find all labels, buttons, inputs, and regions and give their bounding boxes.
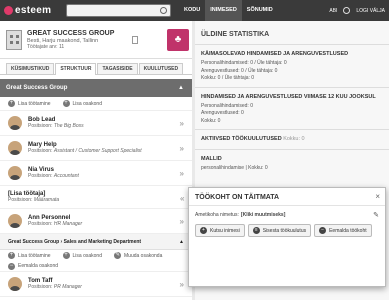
group-actions: + Lisa töötamine + Lisa osakond	[0, 97, 192, 111]
nav-home[interactable]: KODU	[179, 0, 205, 21]
subgroup-path: Great Success Group › Sales and Marketin…	[8, 238, 142, 245]
tab-bar: KÜSIMUSTIKUD STRUKTUUR TAGASISIDE KUULUT…	[0, 63, 192, 75]
org-chart-button[interactable]: ♣	[167, 28, 189, 51]
org-employee-count: Töötajate arv: 11	[27, 43, 65, 50]
close-icon[interactable]: ×	[375, 192, 380, 201]
avatar	[8, 166, 22, 180]
org-info: GREAT SUCCESS GROUP Besti, Harju maakond…	[27, 30, 114, 50]
main-nav: KODU INIMESED SÕNUMID	[179, 0, 278, 21]
add-worker-button[interactable]: + Lisa töötamine	[8, 252, 51, 259]
edit-icon: ✎	[114, 252, 121, 259]
tab-announcements[interactable]: KUULUTUSED	[138, 63, 184, 74]
plus-icon: +	[62, 252, 70, 259]
org-name: GREAT SUCCESS GROUP	[27, 29, 115, 37]
minus-icon: −	[8, 262, 15, 270]
tab-questionnaires[interactable]: KÜSIMUSTIKUD	[6, 63, 55, 74]
popup-buttons: + Kutsu inimesi ≡ Sisesta töökuulutus − Eem…	[189, 224, 385, 241]
avatar	[8, 214, 22, 228]
document-icon: ≡	[252, 227, 260, 234]
plus-icon: +	[200, 227, 207, 234]
subgroup-actions-2: − Eemalda osakond	[0, 261, 192, 272]
collapse-icon[interactable]: ▲	[179, 239, 184, 245]
person-row[interactable]: Nia Virus Positsioon: Accountant »	[0, 161, 192, 186]
add-worker-button[interactable]: + Lisa töötamine	[8, 100, 51, 107]
vacant-position-popup: TÖÖKOHT ON TÄITMATA × Ametikoha nimetus:…	[188, 187, 386, 287]
document-icon[interactable]	[132, 35, 139, 44]
avatar	[8, 277, 22, 291]
person-position: The Big Boss	[53, 123, 84, 129]
stats-section-ongoing: KÄIMASOLEVAD HINDAMISED JA ARENGUVESTLUS…	[195, 45, 389, 88]
structure-panel: GREAT SUCCESS GROUP Besti, Harju maakond…	[0, 21, 192, 300]
tab-structure[interactable]: STRUKTUUR	[55, 63, 97, 75]
org-header: GREAT SUCCESS GROUP Besti, Harju maakond…	[0, 21, 192, 59]
chevron-right-icon[interactable]: »	[180, 280, 184, 289]
chevron-left-icon[interactable]: «	[180, 194, 184, 203]
search-input[interactable]	[66, 4, 171, 17]
esteem-logo[interactable]: esteem	[4, 5, 62, 16]
stats-section-templates: MALLID personalihindamise | Kokku: 0	[201, 156, 268, 171]
chevron-right-icon[interactable]: »	[180, 119, 184, 128]
settings-gear-icon[interactable]	[343, 7, 351, 14]
plus-icon: +	[8, 252, 15, 259]
enter-job-ad-button[interactable]: ≡ Sisesta töökuulutus	[247, 224, 312, 237]
pencil-icon[interactable]: ✎	[373, 211, 379, 219]
chevron-right-icon[interactable]: »	[180, 144, 184, 153]
tab-feedback[interactable]: TAGASISIDE	[97, 63, 138, 74]
top-right-links: ABI LOGI VÄLJA	[323, 7, 385, 14]
search-icon[interactable]	[160, 7, 167, 14]
add-unit-button[interactable]: + Lisa osakond	[62, 100, 102, 107]
plus-icon: +	[8, 100, 15, 107]
group-name: Great Success Group	[6, 85, 68, 91]
stats-section-active-ads: AKTIIVSED TÖÖKUULUTUSED Kokku: 0	[195, 130, 389, 150]
chevron-right-icon[interactable]: »	[180, 217, 184, 226]
person-position: Accountant	[53, 173, 79, 179]
subgroup-header[interactable]: Great Success Group › Sales and Marketin…	[0, 234, 192, 250]
avatar	[8, 116, 22, 130]
person-position: Assistant / Customer Support Specialist	[53, 148, 142, 154]
logout-link[interactable]: LOGI VÄLJA	[356, 8, 385, 14]
nav-people[interactable]: INIMESED	[205, 0, 242, 21]
top-bar: esteem KODU INIMESED SÕNUMID ABI LOGI VÄ…	[0, 0, 389, 21]
nav-messages[interactable]: SÕNUMID	[242, 0, 278, 21]
group-header[interactable]: Great Success Group ▲	[0, 79, 192, 97]
help-link[interactable]: ABI	[329, 8, 337, 14]
popup-title: TÖÖKOHT ON TÄITMATA	[189, 188, 385, 206]
vacant-position-row[interactable]: [Lisa töötaja] Positsioon: Määramata	[0, 186, 192, 209]
person-row[interactable]: Mary Help Positsioon: Assistant / Custom…	[0, 136, 192, 161]
invite-people-button[interactable]: + Kutsu inimesi	[195, 224, 245, 237]
collapse-icon[interactable]: ▲	[178, 85, 184, 91]
building-icon	[6, 29, 22, 50]
remove-position-button[interactable]: − Eemalda töökoht	[314, 224, 372, 237]
plus-icon: +	[62, 100, 70, 107]
person-row[interactable]: Bob Lead Positsioon: The Big Boss »	[0, 111, 192, 136]
person-position: HR Manager	[53, 221, 83, 227]
chevron-right-icon[interactable]: »	[180, 169, 184, 178]
position-name-field[interactable]: Ametikoha nimetus: [Kliki muutmiseks] ✎	[189, 206, 385, 224]
avatar	[8, 141, 22, 155]
org-chart-icon: ♣	[174, 34, 182, 45]
person-row[interactable]: Tom Taff Positsioon: PR Manager »	[0, 272, 192, 297]
subgroup-actions: + Lisa töötamine + Lisa osakond ✎ Muuda osa…	[0, 250, 192, 261]
person-position: PR Manager	[53, 284, 82, 290]
logo-mark-icon	[4, 6, 13, 15]
position-name-value[interactable]: [Kliki muutmiseks]	[241, 212, 285, 218]
delete-unit-button[interactable]: − Eemalda osakond	[8, 262, 58, 270]
statistics-title: ÜLDINE STATISTIKA	[195, 21, 389, 45]
stats-section-12-months: HINDAMISED JA ARENGUVESTLUSED VIIMASE 12…	[195, 88, 389, 130]
remove-icon: −	[319, 227, 327, 234]
person-row[interactable]: Ann Personnel Positsioon: HR Manager »	[0, 209, 192, 234]
add-unit-button[interactable]: + Lisa osakond	[62, 252, 102, 259]
change-unit-button[interactable]: ✎ Muuda osakonda	[114, 252, 162, 259]
person-position: Määramata	[33, 197, 60, 203]
